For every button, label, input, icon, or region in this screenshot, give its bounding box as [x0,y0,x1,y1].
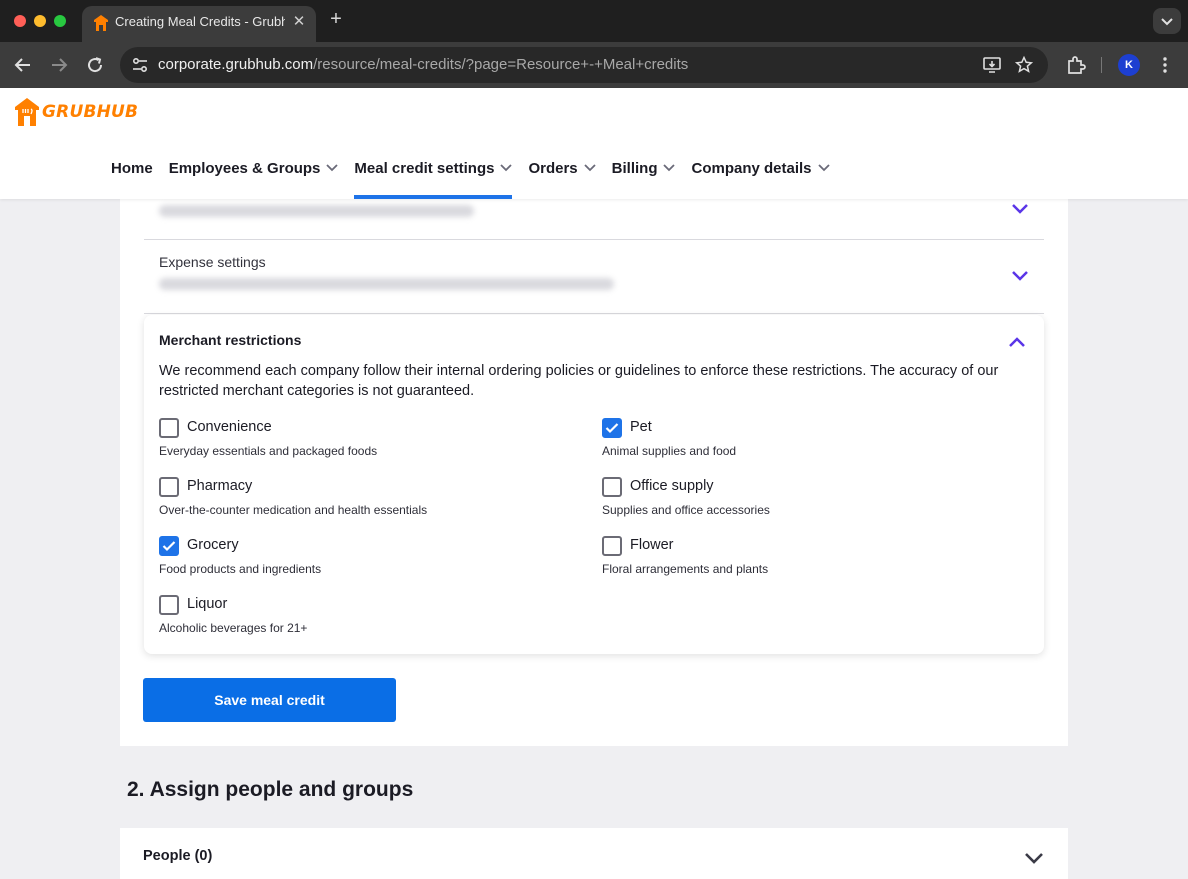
option-description: Floral arrangements and plants [602,562,769,576]
grubhub-favicon-icon [94,15,108,31]
blurred-text [159,278,614,290]
liquor-checkbox[interactable] [159,595,179,615]
close-tab-icon[interactable]: ✕ [290,12,308,30]
checkmark-icon [605,423,619,434]
chevron-down-icon [663,164,676,172]
nav-meal-credit-settings[interactable]: Meal credit settings [354,160,513,199]
save-meal-credit-button[interactable]: Save meal credit [143,678,396,722]
option-convenience: Convenience Everyday essentials and pack… [159,418,559,468]
grocery-checkbox[interactable] [159,536,179,556]
grubhub-logo-icon [15,98,39,126]
back-arrow-icon[interactable] [11,53,35,77]
option-label: Convenience [187,419,272,435]
chevron-down-icon [817,164,830,172]
more-menu-icon[interactable] [1153,53,1177,77]
checkmark-icon [162,541,176,552]
merchant-restrictions-description: We recommend each company follow their i… [159,363,999,399]
main-navigation: Home Employees & Groups Meal credit sett… [111,160,846,199]
nav-home[interactable]: Home [111,160,153,199]
option-pharmacy: Pharmacy Over-the-counter medication and… [159,477,559,527]
option-office-supply: Office supply Supplies and office access… [602,477,1002,527]
expense-settings-title: Expense settings [159,254,266,270]
nav-orders[interactable]: Orders [528,160,596,199]
blurred-text [159,205,474,217]
chevron-up-icon[interactable] [1008,336,1026,348]
office-supply-checkbox[interactable] [602,477,622,497]
people-section[interactable]: People (0) [120,828,1068,879]
site-settings-icon[interactable] [130,55,150,75]
chevron-down-icon [500,164,513,172]
nav-company-details[interactable]: Company details [691,160,830,199]
tab-title: Creating Meal Credits - Grubh [115,14,285,29]
close-window-button[interactable] [14,15,26,27]
chevron-down-icon[interactable] [1011,203,1029,215]
option-label: Liquor [187,596,228,612]
chevron-down-icon[interactable] [1011,270,1029,282]
convenience-checkbox[interactable] [159,418,179,438]
chevron-down-icon[interactable] [1024,852,1044,864]
option-label: Pharmacy [187,478,253,494]
url-text: corporate.grubhub.com/resource/meal-cred… [158,56,689,73]
chevron-down-icon [1161,18,1173,26]
option-grocery: Grocery Food products and ingredients [159,536,559,586]
merchant-restrictions-title: Merchant restrictions [159,332,302,348]
nav-billing[interactable]: Billing [612,160,676,199]
option-label: Grocery [187,537,239,553]
option-liquor: Liquor Alcoholic beverages for 21+ [159,595,559,645]
reload-icon[interactable] [83,53,107,77]
option-description: Supplies and office accessories [602,503,770,517]
browser-tab[interactable]: Creating Meal Credits - Grubh ✕ [82,6,316,42]
site-header: GRUBHUB Home Employees & Groups Meal cre… [0,88,1188,199]
chevron-down-icon [326,164,339,172]
option-description: Over-the-counter medication and health e… [159,503,428,517]
grubhub-logo[interactable]: GRUBHUB [14,96,138,128]
maximize-window-button[interactable] [54,15,66,27]
chevron-down-icon [584,164,596,172]
browser-toolbar: corporate.grubhub.com/resource/meal-cred… [0,42,1188,88]
option-label: Pet [630,419,652,435]
meal-credit-card: Expense settings Merchant restrictions W… [120,199,1068,746]
people-title: People (0) [143,848,213,864]
tab-search-button[interactable] [1153,8,1181,34]
logo-text: GRUBHUB [42,102,139,122]
option-description: Alcoholic beverages for 21+ [159,621,308,635]
expense-settings-row[interactable]: Expense settings [144,240,1044,314]
assign-people-heading: 2. Assign people and groups [127,778,414,801]
browser-tab-bar: Creating Meal Credits - Grubh ✕ + [0,0,1188,42]
option-flower: Flower Floral arrangements and plants [602,536,1002,586]
address-bar[interactable]: corporate.grubhub.com/resource/meal-cred… [120,47,1048,83]
new-tab-icon[interactable]: + [326,8,346,31]
extensions-puzzle-icon[interactable] [1064,53,1088,77]
bookmark-star-icon[interactable] [1014,55,1034,75]
forward-arrow-icon[interactable] [47,53,71,77]
install-app-icon[interactable] [982,55,1002,75]
minimize-window-button[interactable] [34,15,46,27]
pet-checkbox[interactable] [602,418,622,438]
option-pet: Pet Animal supplies and food [602,418,1002,468]
merchant-restrictions-panel: Merchant restrictions We recommend each … [144,315,1044,654]
profile-avatar[interactable]: K [1118,54,1140,76]
option-description: Food products and ingredients [159,562,322,576]
flower-checkbox[interactable] [602,536,622,556]
toolbar-separator [1101,57,1102,73]
option-label: Office supply [630,478,714,494]
option-description: Everyday essentials and packaged foods [159,444,378,458]
nav-employees-groups[interactable]: Employees & Groups [169,160,339,199]
option-description: Animal supplies and food [602,444,737,458]
option-label: Flower [630,537,674,553]
pharmacy-checkbox[interactable] [159,477,179,497]
